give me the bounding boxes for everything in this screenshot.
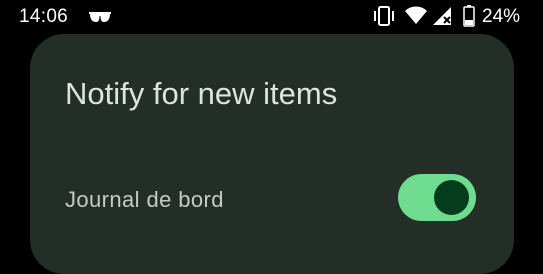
status-bar: 14:06 24%: [0, 0, 543, 34]
setting-label: Journal de bord: [65, 187, 224, 212]
battery-percentage: 24%: [482, 6, 521, 27]
signal-icon: [433, 7, 451, 25]
notification-dialog: Notify for new items Journal de bord: [30, 34, 514, 274]
toggle-thumb[interactable]: [434, 180, 469, 215]
journal-toggle[interactable]: [398, 174, 476, 221]
dialog-title: Notify for new items: [65, 76, 338, 111]
battery-icon: [463, 5, 475, 27]
vibrate-icon: [374, 6, 394, 26]
wifi-icon: [405, 6, 427, 24]
status-time: 14:06: [19, 6, 69, 27]
setting-row-journal[interactable]: Journal de bord: [30, 164, 514, 232]
glasses-icon: [89, 12, 111, 22]
